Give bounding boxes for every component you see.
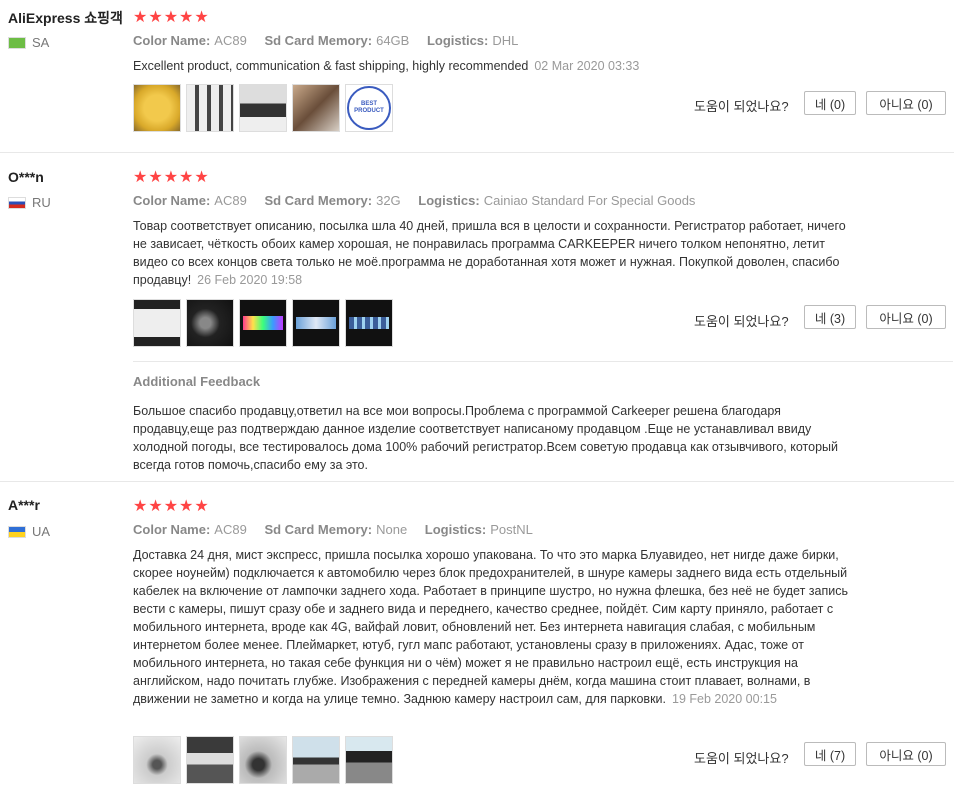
badge-text: BEST PRODUCT <box>354 101 384 114</box>
rating-stars: ★★★★★ <box>133 498 210 515</box>
color-label: Color Name: <box>133 193 211 208</box>
review-photo[interactable]: BEST PRODUCT <box>345 84 393 132</box>
sd-value: 64GB <box>376 33 410 48</box>
color-label: Color Name: <box>133 33 211 48</box>
helpful-question: 도움이 되었나요? <box>694 99 789 114</box>
review-photo[interactable] <box>186 736 234 784</box>
color-value: AC89 <box>214 193 247 208</box>
additional-feedback-text: Большое спасибо продавцу,ответил на все … <box>133 404 838 472</box>
review-text: Товар соответствует описанию, посылка шл… <box>133 217 858 289</box>
country-code: RU <box>32 195 51 210</box>
review-text: Доставка 24 дня, мист экспресс, пришла п… <box>133 546 858 708</box>
reviewer-country: SA <box>8 35 49 50</box>
rating-stars: ★★★★★ <box>133 9 210 26</box>
review-photo[interactable] <box>239 84 287 132</box>
color-value: AC89 <box>214 33 247 48</box>
additional-feedback-title: Additional Feedback <box>133 374 261 389</box>
product-attributes: Color Name: AC89 Sd Card Memory: 64GB Logi… <box>133 33 532 48</box>
review-photo[interactable] <box>292 736 340 784</box>
sd-value: None <box>376 522 408 537</box>
color-value: AC89 <box>214 522 247 537</box>
review-photo[interactable] <box>133 736 181 784</box>
reviewer-name: A***r <box>8 497 40 513</box>
product-attributes: Color Name: AC89 Sd Card Memory: None Logi… <box>133 522 547 537</box>
review-date: 26 Feb 2020 19:58 <box>197 273 303 287</box>
reviewer-name: O***n <box>8 169 44 185</box>
reviewer-country: RU <box>8 195 51 210</box>
sd-value: 32G <box>376 193 401 208</box>
rating-stars: ★★★★★ <box>133 169 210 186</box>
helpful-yes-button[interactable]: 네 (0) <box>804 91 856 115</box>
screen-image <box>349 317 389 329</box>
flag-ua-icon <box>8 525 26 538</box>
helpful-yes-button[interactable]: 네 (7) <box>804 742 856 766</box>
color-label: Color Name: <box>133 522 211 537</box>
helpful-no-button[interactable]: 아니요 (0) <box>866 305 946 329</box>
review-photo[interactable] <box>239 736 287 784</box>
review-photo[interactable] <box>345 299 393 347</box>
review-text: Excellent product, communication & fast … <box>133 57 858 75</box>
logistics-label: Logistics: <box>426 33 489 48</box>
review-date: 02 Mar 2020 03:33 <box>534 59 640 73</box>
sd-label: Sd Card Memory: <box>264 193 373 208</box>
feedback-divider <box>133 361 953 362</box>
helpful-question: 도움이 되었나요? <box>694 751 789 766</box>
logistics-value: Cainiao Standard For Special Goods <box>483 193 696 208</box>
screen-image <box>243 316 283 330</box>
helpful-no-button[interactable]: 아니요 (0) <box>866 742 946 766</box>
review-photo[interactable] <box>239 299 287 347</box>
logistics-label: Logistics: <box>424 522 487 537</box>
review-photo[interactable] <box>292 84 340 132</box>
product-attributes: Color Name: AC89 Sd Card Memory: 32G Logis… <box>133 193 709 208</box>
review-date: 19 Feb 2020 00:15 <box>672 692 777 706</box>
review-photos <box>133 299 393 347</box>
screen-image <box>296 317 336 329</box>
review-body: Доставка 24 дня, мист экспресс, пришла п… <box>133 548 848 706</box>
review-photo[interactable] <box>345 736 393 784</box>
sd-label: Sd Card Memory: <box>264 522 373 537</box>
country-code: SA <box>32 35 50 50</box>
review-photo[interactable] <box>292 299 340 347</box>
logistics-value: DHL <box>492 33 519 48</box>
review-photo[interactable] <box>133 84 181 132</box>
helpful-question: 도움이 되었나요? <box>694 314 789 329</box>
helpful-yes-button[interactable]: 네 (3) <box>804 305 856 329</box>
review-photo[interactable] <box>186 299 234 347</box>
sd-label: Sd Card Memory: <box>264 33 373 48</box>
best-product-badge-icon: BEST PRODUCT <box>347 86 391 130</box>
flag-ru-icon <box>8 196 26 209</box>
logistics-value: PostNL <box>490 522 533 537</box>
review-body: Excellent product, communication & fast … <box>133 59 529 73</box>
review-photo[interactable] <box>133 299 181 347</box>
review-divider <box>0 481 954 482</box>
flag-sa-icon <box>8 36 26 49</box>
reviewer-country: UA <box>8 524 50 539</box>
review-photos <box>133 736 393 784</box>
helpful-no-button[interactable]: 아니요 (0) <box>866 91 946 115</box>
logistics-label: Logistics: <box>418 193 480 208</box>
review-photos: BEST PRODUCT <box>133 84 393 132</box>
review-divider <box>0 152 954 153</box>
reviewer-name: AliExpress 쇼핑객 <box>8 10 123 26</box>
country-code: UA <box>32 524 51 539</box>
review-photo[interactable] <box>186 84 234 132</box>
